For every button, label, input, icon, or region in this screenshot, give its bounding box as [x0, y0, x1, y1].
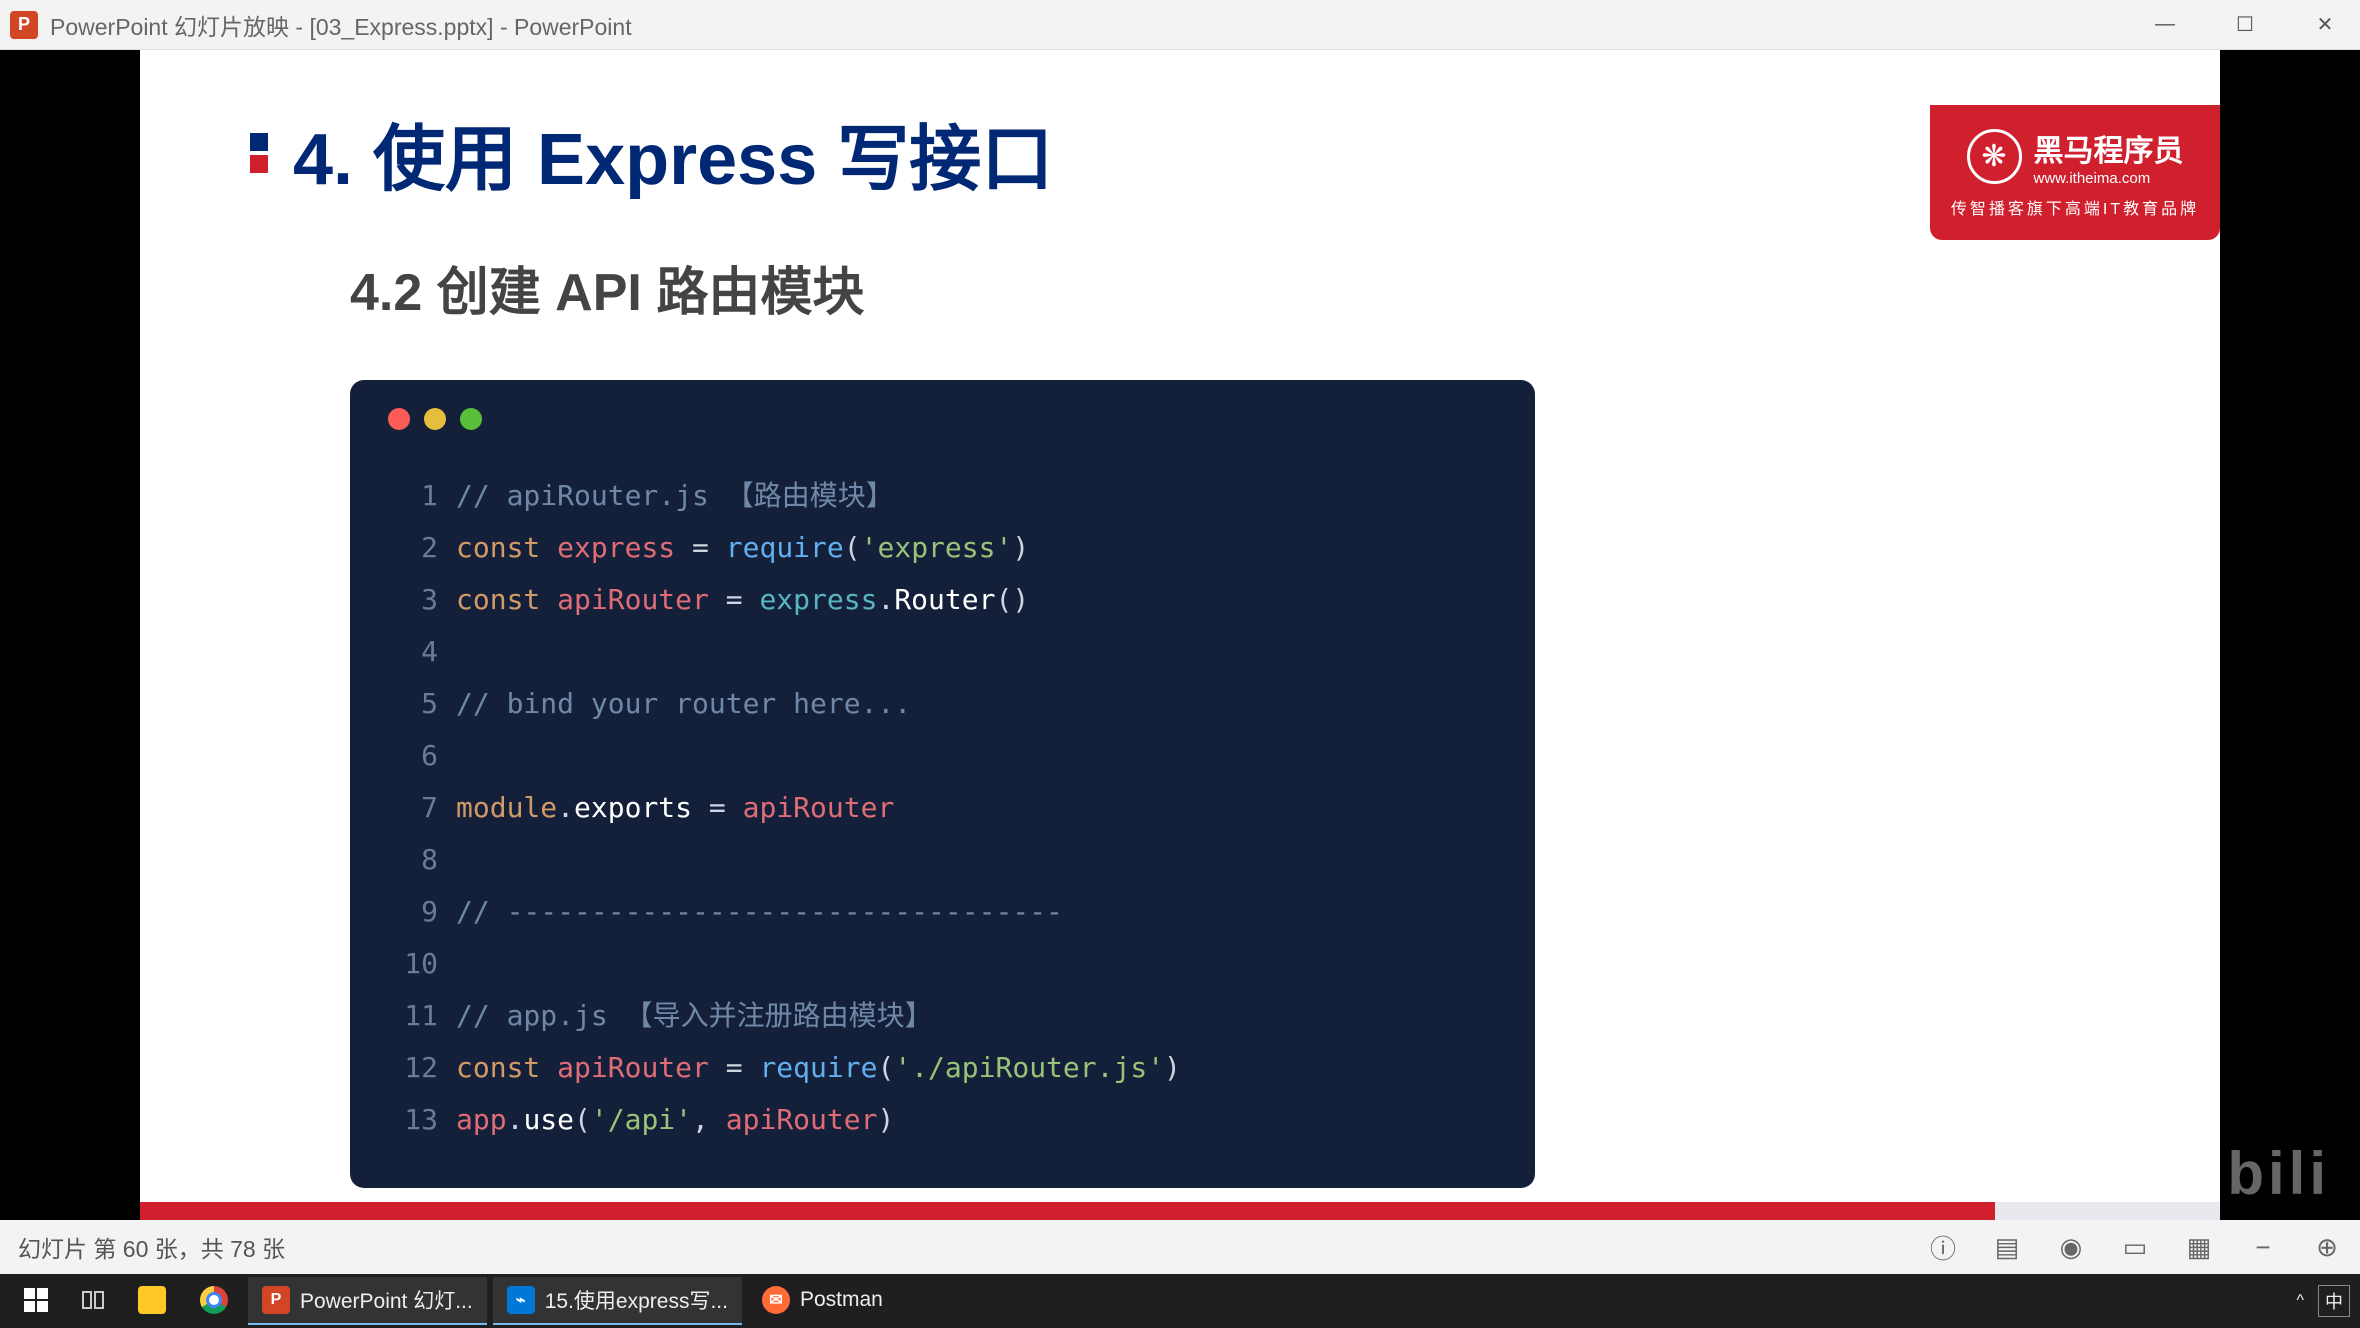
postman-task-label: Postman [800, 1288, 883, 1312]
code-line: 9// --------------------------------- [388, 886, 1497, 938]
postman-icon: ✉ [762, 1286, 790, 1314]
tray-chevron-icon[interactable]: ^ [2296, 1292, 2304, 1310]
heading-bullet-icon [250, 133, 268, 173]
code-line: 12const apiRouter = require('./apiRouter… [388, 1042, 1497, 1094]
traffic-yellow-icon [424, 408, 446, 430]
logo-icon: ❋ [1967, 129, 2022, 184]
file-explorer-button[interactable] [124, 1277, 180, 1325]
slide-footer-bar [140, 1202, 2220, 1220]
windows-taskbar: P PowerPoint 幻灯... ⌁ 15.使用express写... ✉ … [0, 1274, 2360, 1328]
logo-name: 黑马程序员 [2034, 126, 2184, 170]
code-block: 1// apiRouter.js 【路由模块】2const express = … [350, 380, 1535, 1188]
window-titlebar: P PowerPoint 幻灯片放映 - [03_Express.pptx] -… [0, 0, 2360, 50]
powerpoint-task-button[interactable]: P PowerPoint 幻灯... [248, 1277, 487, 1325]
zoom-out-icon[interactable]: − [2248, 1232, 2278, 1262]
pointer-tool-icon[interactable]: ⓘ [1928, 1232, 1958, 1262]
code-line: 1// apiRouter.js 【路由模块】 [388, 470, 1497, 522]
slide-subtitle: 4.2 创建 API 路由模块 [350, 250, 2110, 325]
brand-logo: ❋ 黑马程序员 www.itheima.com 传智播客旗下高端IT教育品牌 [1930, 105, 2220, 240]
postman-task-button[interactable]: ✉ Postman [748, 1277, 897, 1325]
close-button[interactable]: ✕ [2300, 9, 2350, 41]
vscode-task-label: 15.使用express写... [545, 1285, 728, 1315]
windows-icon [24, 1288, 48, 1312]
code-line: 2const express = require('express') [388, 522, 1497, 574]
powerpoint-task-label: PowerPoint 幻灯... [300, 1285, 473, 1315]
status-bar: 幻灯片 第 60 张，共 78 张 ⓘ ▤ ◉ ▭ ▦ − ⊕ [0, 1220, 2360, 1274]
start-button[interactable] [10, 1277, 62, 1325]
slide-heading: 4. 使用 Express 写接口 [250, 100, 2110, 205]
mac-traffic-lights [388, 408, 1497, 430]
code-line: 7module.exports = apiRouter [388, 782, 1497, 834]
slide-counter: 幻灯片 第 60 张，共 78 张 [18, 1230, 285, 1264]
code-line: 6 [388, 730, 1497, 782]
code-line: 13app.use('/api', apiRouter) [388, 1094, 1497, 1146]
code-line: 8 [388, 834, 1497, 886]
slide-content: 4. 使用 Express 写接口 ❋ 黑马程序员 www.itheima.co… [140, 50, 2220, 1220]
chrome-icon [200, 1286, 228, 1314]
subtitles-icon[interactable]: ◉ [2056, 1232, 2086, 1262]
bilibili-watermark: bilibili [2125, 1139, 2330, 1208]
vscode-icon: ⌁ [507, 1286, 535, 1314]
window-title: PowerPoint 幻灯片放映 - [03_Express.pptx] - P… [50, 8, 632, 42]
chrome-button[interactable] [186, 1277, 242, 1325]
grid-view-icon[interactable]: ▦ [2184, 1232, 2214, 1262]
task-view-icon [82, 1291, 104, 1309]
logo-url: www.itheima.com [2034, 170, 2184, 187]
code-line: 4 [388, 626, 1497, 678]
task-view-button[interactable] [68, 1277, 118, 1325]
reading-view-icon[interactable]: ▭ [2120, 1232, 2150, 1262]
vscode-task-button[interactable]: ⌁ 15.使用express写... [493, 1277, 742, 1325]
traffic-green-icon [460, 408, 482, 430]
code-line: 5// bind your router here... [388, 678, 1497, 730]
traffic-red-icon [388, 408, 410, 430]
minimize-button[interactable]: — [2140, 9, 2190, 41]
code-line: 3const apiRouter = express.Router() [388, 574, 1497, 626]
code-line: 11// app.js 【导入并注册路由模块】 [388, 990, 1497, 1042]
notes-icon[interactable]: ▤ [1992, 1232, 2022, 1262]
folder-icon [138, 1286, 166, 1314]
powerpoint-icon: P [10, 11, 38, 39]
slide-heading-text: 4. 使用 Express 写接口 [293, 100, 1053, 205]
logo-tagline: 传智播客旗下高端IT教育品牌 [1951, 195, 2199, 219]
ime-indicator[interactable]: 中 [2318, 1285, 2350, 1317]
slideshow-area[interactable]: 4. 使用 Express 写接口 ❋ 黑马程序员 www.itheima.co… [0, 50, 2360, 1220]
powerpoint-task-icon: P [262, 1286, 290, 1314]
maximize-button[interactable]: ☐ [2220, 9, 2270, 41]
zoom-in-icon[interactable]: ⊕ [2312, 1232, 2342, 1262]
code-line: 10 [388, 938, 1497, 990]
code-text: 1// apiRouter.js 【路由模块】2const express = … [388, 470, 1497, 1146]
